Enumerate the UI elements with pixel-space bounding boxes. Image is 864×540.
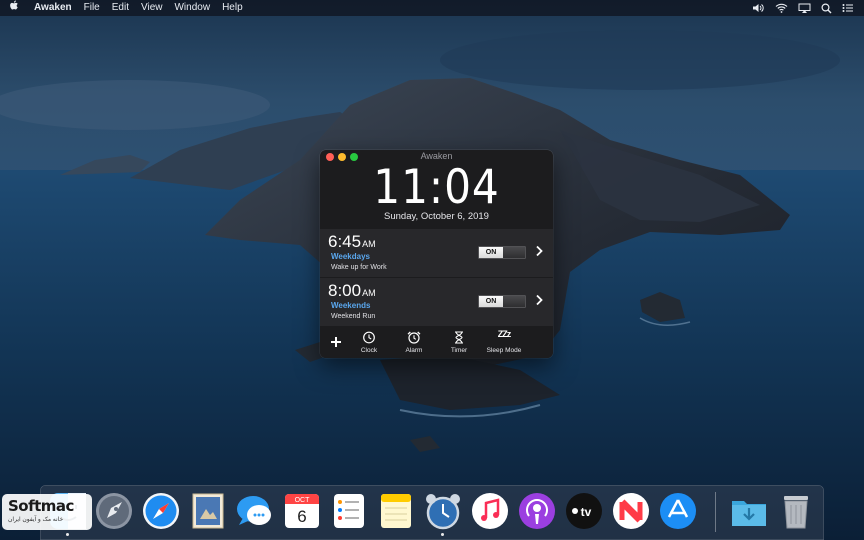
- dock-calendar[interactable]: OCT 6: [282, 491, 322, 531]
- dock-awaken[interactable]: [423, 491, 463, 531]
- safari-icon: [143, 493, 179, 529]
- clock-icon: [363, 331, 375, 344]
- alarm-row[interactable]: 6:45AM Weekdays Wake up for Work ON: [320, 229, 553, 277]
- alarm-time-value: 8:00: [328, 281, 362, 300]
- list-icon[interactable]: [842, 3, 854, 13]
- volume-icon[interactable]: [752, 3, 765, 13]
- launchpad-icon: [96, 493, 132, 529]
- alarm-label: Weekdays: [331, 252, 370, 261]
- dock-app-store[interactable]: [658, 491, 698, 531]
- watermark-subtitle: خانه مک و آیفون ایران: [8, 517, 64, 523]
- add-alarm-button[interactable]: [326, 326, 346, 358]
- tab-sleep-mode-label: Sleep Mode: [486, 347, 522, 354]
- clock-date: Sunday, October 6, 2019: [384, 211, 489, 222]
- dock-news[interactable]: [611, 491, 651, 531]
- alarm-toggle[interactable]: ON: [478, 295, 526, 308]
- timer-icon: [455, 331, 463, 344]
- menu-view[interactable]: View: [135, 0, 169, 16]
- alarm-description: Weekend Run: [331, 313, 376, 320]
- tab-alarm[interactable]: Alarm: [399, 326, 429, 358]
- apple-menu-icon[interactable]: [0, 0, 28, 16]
- menu-bar: Awaken File Edit View Window Help: [0, 0, 864, 16]
- alarm-label: Weekends: [331, 301, 371, 310]
- trash-icon: [784, 496, 808, 529]
- status-area: [752, 2, 864, 14]
- menu-window[interactable]: Window: [168, 0, 216, 16]
- dock-safari[interactable]: [141, 491, 181, 531]
- tab-alarm-label: Alarm: [405, 347, 423, 354]
- sleep-zzz-icon: ZZz: [497, 329, 511, 339]
- softmac-watermark: Softmac خانه مک و آیفون ایران: [2, 494, 92, 530]
- alarm-row[interactable]: 8:00AM Weekends Weekend Run ON: [320, 278, 553, 326]
- tv-label: tv: [581, 505, 592, 519]
- calendar-day: 6: [297, 507, 306, 526]
- calendar-icon: OCT 6: [285, 494, 319, 528]
- tab-clock-label: Clock: [360, 347, 378, 354]
- watermark-brand: Softmac: [8, 497, 74, 515]
- running-indicator: [66, 533, 69, 536]
- tab-timer-label: Timer: [450, 347, 468, 354]
- tab-clock[interactable]: Clock: [354, 326, 384, 358]
- podcasts-icon: [519, 493, 555, 529]
- dock-launchpad[interactable]: [94, 491, 134, 531]
- dock-mail[interactable]: [188, 491, 228, 531]
- alarm-time-value: 6:45: [328, 232, 362, 251]
- airplay-icon[interactable]: [798, 3, 811, 13]
- search-icon[interactable]: [821, 2, 832, 14]
- alarm-ampm: AM: [362, 288, 376, 298]
- plus-icon: [331, 337, 341, 347]
- music-icon: [472, 493, 508, 529]
- messages-icon: [237, 496, 271, 525]
- dock-separator: [715, 492, 716, 532]
- wifi-icon[interactable]: [775, 3, 788, 13]
- dock-downloads[interactable]: [729, 491, 769, 531]
- awaken-window: Awaken 11:04 Sunday, October 6, 2019 6:4…: [320, 150, 553, 358]
- alarm-time: 6:45AM: [328, 232, 376, 252]
- chevron-right-icon[interactable]: [535, 245, 543, 257]
- tab-sleep-mode[interactable]: ZZz Sleep Mode: [483, 326, 525, 358]
- alarm-toggle[interactable]: ON: [478, 246, 526, 259]
- alarm-description: Wake up for Work: [331, 264, 387, 271]
- dock-podcasts[interactable]: [517, 491, 557, 531]
- dock-reminders[interactable]: [329, 491, 369, 531]
- chevron-right-icon[interactable]: [535, 294, 543, 306]
- running-indicator: [441, 533, 444, 536]
- alarm-ampm: AM: [362, 239, 376, 249]
- calendar-month: OCT: [295, 497, 311, 504]
- alarm-clock-app-icon: [426, 494, 460, 530]
- dock-music[interactable]: [470, 491, 510, 531]
- dock-trash[interactable]: [776, 491, 816, 531]
- dock-notes[interactable]: [376, 491, 416, 531]
- app-store-icon: [660, 493, 696, 529]
- toggle-knob[interactable]: [503, 296, 525, 307]
- dock-tv[interactable]: tv: [564, 491, 604, 531]
- news-icon: [613, 493, 649, 529]
- clock-time: 11:04: [373, 160, 500, 215]
- toggle-on-label: ON: [479, 296, 503, 307]
- menu-help[interactable]: Help: [216, 0, 249, 16]
- alarm-time: 8:00AM: [328, 281, 376, 301]
- menu-edit[interactable]: Edit: [106, 0, 135, 16]
- mail-stamp-icon: [192, 493, 224, 529]
- menu-file[interactable]: File: [78, 0, 106, 16]
- apple-tv-icon: tv: [566, 493, 602, 529]
- dock-messages[interactable]: [235, 491, 275, 531]
- bottom-toolbar: Clock Alarm Timer ZZz Sleep Mode: [320, 326, 553, 358]
- tab-timer[interactable]: Timer: [444, 326, 474, 358]
- toggle-knob[interactable]: [503, 247, 525, 258]
- downloads-folder-icon: [732, 501, 766, 526]
- toggle-on-label: ON: [479, 247, 503, 258]
- menu-app-name[interactable]: Awaken: [28, 0, 78, 16]
- alarm-clock-icon: [407, 331, 421, 344]
- notes-icon: [381, 494, 411, 528]
- reminders-icon: [334, 494, 364, 528]
